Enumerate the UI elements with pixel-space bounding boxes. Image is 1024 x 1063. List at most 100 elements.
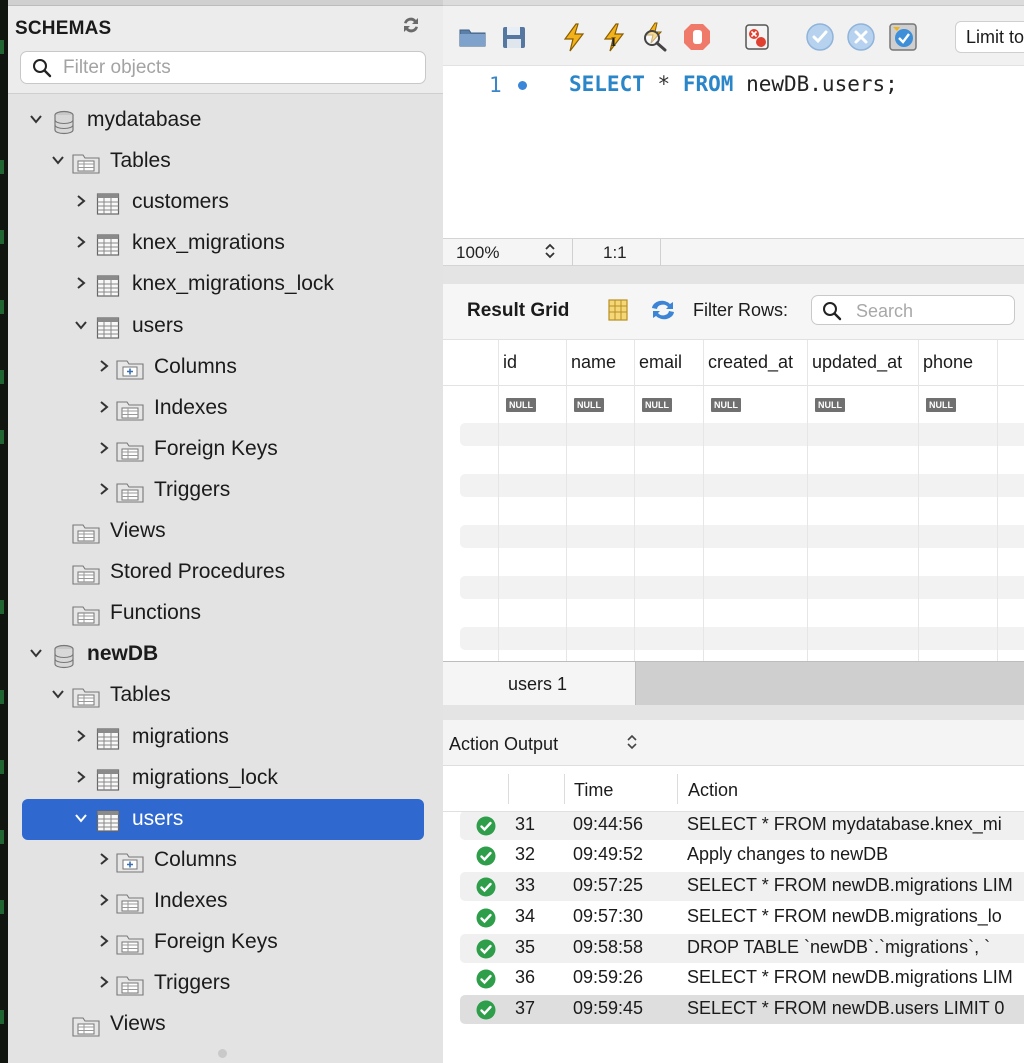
toggle-error-icon[interactable] [741, 21, 773, 53]
chevron-right-icon[interactable] [96, 480, 112, 500]
chevron-right-icon[interactable] [96, 891, 112, 911]
tree-item-views[interactable]: Views [0, 511, 443, 552]
chevron-right-icon[interactable] [96, 932, 112, 952]
tree-item-foreign-keys[interactable]: Foreign Keys [0, 429, 443, 470]
chevron-right-icon[interactable] [96, 439, 112, 459]
chevron-right-icon[interactable] [73, 233, 89, 253]
null-cell-badge[interactable]: NULL [815, 398, 845, 412]
filter-objects-input[interactable] [63, 56, 413, 80]
tree-item-indexes[interactable]: Indexes [0, 388, 443, 429]
null-cell-badge[interactable]: NULL [926, 398, 956, 412]
tree-item-columns[interactable]: Columns [0, 840, 443, 881]
tree-item-functions[interactable]: Functions [0, 593, 443, 634]
output-row[interactable]: 34 09:57:30 SELECT * FROM newDB.migrations… [460, 903, 1024, 932]
tree-item-users[interactable]: users [0, 306, 443, 347]
tree-item-customers[interactable]: customers [0, 182, 443, 223]
output-row[interactable]: 36 09:59:26 SELECT * FROM newDB.migrations… [460, 964, 1024, 993]
sql-editor[interactable]: 1 SELECT * FROM newDB.users; [443, 66, 1024, 238]
output-row-action: SELECT * FROM newDB.migrations LIM [687, 967, 1013, 988]
output-row[interactable]: 37 09:59:45 SELECT * FROM newDB.users LIMI… [460, 994, 1024, 1024]
tree-item-migrations-lock[interactable]: migrations_lock [0, 758, 443, 799]
tab-users-1[interactable]: users 1 [443, 662, 636, 706]
chevron-right-icon[interactable] [96, 973, 112, 993]
line-number: 1 [489, 73, 502, 97]
column-header-id[interactable]: id [503, 352, 517, 373]
action-column-header[interactable]: Action [688, 780, 738, 801]
autocommit-icon[interactable] [887, 21, 919, 53]
output-row[interactable]: 35 09:58:58 DROP TABLE `newDB`.`migrations… [460, 933, 1024, 963]
chevron-right-icon[interactable] [73, 192, 89, 212]
chevron-right-icon[interactable] [96, 398, 112, 418]
execute-icon[interactable] [558, 21, 590, 53]
tree-item-indexes[interactable]: Indexes [0, 881, 443, 922]
refresh-results-icon[interactable] [648, 298, 678, 322]
tree-item-columns[interactable]: Columns [0, 347, 443, 388]
chevron-down-icon[interactable] [28, 644, 44, 664]
tree-item-knex-migrations[interactable]: knex_migrations [0, 223, 443, 264]
success-check-icon [476, 969, 496, 989]
tree-item-migrations[interactable]: migrations [0, 717, 443, 758]
limit-rows-select[interactable]: Limit to [955, 21, 1024, 53]
tree-item-triggers[interactable]: Triggers [0, 470, 443, 511]
execute-current-icon[interactable]: I [598, 21, 630, 53]
filter-rows-box[interactable] [811, 295, 1015, 325]
chevron-right-icon[interactable] [96, 357, 112, 377]
tree-item-views[interactable]: Views [0, 1004, 443, 1045]
grid-view-icon[interactable] [607, 298, 629, 322]
column-divider [997, 340, 998, 661]
commit-icon[interactable] [804, 21, 836, 53]
column-header-updated-at[interactable]: updated_at [812, 352, 902, 373]
null-cell-badge[interactable]: NULL [574, 398, 604, 412]
chevron-right-icon[interactable] [73, 274, 89, 294]
chevron-down-icon[interactable] [50, 151, 66, 171]
action-output-table[interactable]: Time Action 3009:44:50SELECT * FROM myda… [443, 766, 1024, 1063]
tree-item-knex-migrations-lock[interactable]: knex_migrations_lock [0, 264, 443, 305]
tree-item-stored-procedures[interactable]: Stored Procedures [0, 552, 443, 593]
sql-statement[interactable]: SELECT * FROM newDB.users; [569, 72, 898, 96]
tree-item-newdb[interactable]: newDB [0, 634, 443, 675]
tree-item-users[interactable]: users [0, 798, 443, 840]
open-folder-icon[interactable] [457, 21, 489, 53]
output-row[interactable]: 31 09:44:56 SELECT * FROM mydatabase.knex_… [460, 810, 1024, 840]
null-cell-badge[interactable]: NULL [711, 398, 741, 412]
panel-splitter[interactable] [443, 705, 1024, 720]
column-header-phone[interactable]: phone [923, 352, 973, 373]
refresh-schemas-icon[interactable] [400, 15, 422, 41]
null-cell-badge[interactable]: NULL [506, 398, 536, 412]
tree-item-tables[interactable]: Tables [0, 141, 443, 182]
rollback-icon[interactable] [845, 21, 877, 53]
filter-rows-input[interactable] [856, 299, 1006, 323]
zoom-stepper-icon[interactable] [543, 242, 557, 263]
cursor-position: 1:1 [603, 243, 627, 262]
column-header-created-at[interactable]: created_at [708, 352, 793, 373]
chevron-right-icon[interactable] [96, 850, 112, 870]
search-icon [33, 59, 52, 78]
chevron-right-icon[interactable] [73, 768, 89, 788]
output-row[interactable]: 33 09:57:25 SELECT * FROM newDB.migrations… [460, 872, 1024, 902]
chevron-down-icon[interactable] [28, 110, 44, 130]
zoom-level[interactable]: 100% [456, 243, 499, 263]
chevron-down-icon[interactable] [50, 685, 66, 705]
sidebar-resize-handle[interactable] [218, 1049, 227, 1058]
chevron-updown-icon[interactable] [626, 733, 638, 754]
explain-icon[interactable] [639, 21, 671, 53]
chevron-down-icon[interactable] [73, 809, 89, 829]
null-cell-badge[interactable]: NULL [642, 398, 672, 412]
column-header-name[interactable]: name [571, 352, 616, 373]
time-column-header[interactable]: Time [574, 780, 613, 801]
filter-objects-box[interactable] [20, 51, 426, 84]
output-type-select[interactable]: Action Output [449, 734, 558, 755]
save-icon[interactable] [498, 21, 530, 53]
result-grid[interactable]: id NULL name NULL email NULL created_at NULL upd… [443, 340, 1024, 661]
tree-item-foreign-keys[interactable]: Foreign Keys [0, 922, 443, 963]
chevron-right-icon[interactable] [73, 727, 89, 747]
tree-item-mydatabase[interactable]: mydatabase [0, 100, 443, 141]
tree-item-tables[interactable]: Tables [0, 675, 443, 716]
statement-marker [518, 81, 527, 90]
output-row[interactable]: 32 09:49:52 Apply changes to newDB [460, 841, 1024, 870]
chevron-down-icon[interactable] [73, 316, 89, 336]
tree-item-triggers[interactable]: Triggers [0, 963, 443, 1004]
column-header-email[interactable]: email [639, 352, 682, 373]
stop-icon[interactable] [681, 21, 713, 53]
panel-splitter[interactable] [443, 266, 1024, 284]
